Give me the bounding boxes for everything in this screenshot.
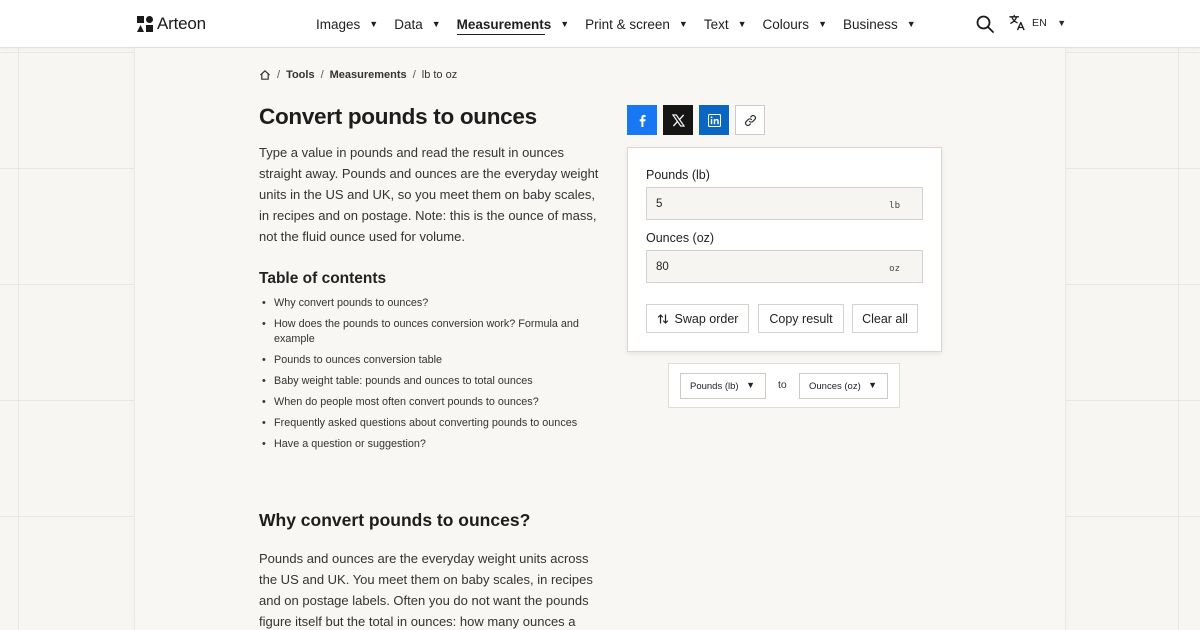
linkedin-icon — [707, 113, 721, 127]
pounds-unit: lb — [889, 201, 900, 211]
toc-title: Table of contents — [259, 270, 387, 287]
clear-all-label: Clear all — [862, 311, 908, 326]
converter-panel: Pounds (lb) lb Ounces (oz) oz Swap order… — [627, 147, 942, 352]
caret-down-icon: ▼ — [678, 19, 688, 29]
home-icon[interactable] — [259, 69, 271, 81]
caret-down-icon: ▼ — [818, 19, 827, 29]
ounces-unit: oz — [889, 264, 900, 274]
to-label: to — [778, 379, 787, 391]
toc-item[interactable]: How does the pounds to ounces conversion… — [259, 317, 599, 347]
pounds-field[interactable]: lb — [646, 187, 923, 220]
nav-item-label: Colours — [762, 16, 810, 32]
link-icon — [744, 114, 756, 126]
caret-down-icon: ▼ — [737, 19, 747, 29]
from-unit-select[interactable]: Pounds (lb) ▼ — [680, 373, 766, 399]
section-title: Why convert pounds to ounces? — [259, 510, 531, 530]
caret-down-icon: ▼ — [431, 19, 441, 29]
caret-down-icon: ▼ — [746, 380, 755, 390]
caret-down-icon: ▼ — [560, 19, 570, 29]
main-nav: Images ▼ Data ▼ Measurements ▼ Print & s… — [316, 0, 932, 48]
nav-item-text[interactable]: Text ▼ — [704, 0, 747, 48]
caret-down-icon: ▼ — [1057, 17, 1067, 28]
to-unit-value: Ounces (oz) — [809, 380, 861, 392]
to-unit-select[interactable]: Ounces (oz) ▼ — [799, 373, 888, 399]
toc-item[interactable]: When do people most often convert pounds… — [259, 395, 599, 410]
logo[interactable]: Arteon — [137, 14, 206, 34]
nav-item-print-screen[interactable]: Print & screen ▼ — [585, 0, 688, 48]
nav-item-label: Measurements — [456, 16, 552, 32]
copy-result-label: Copy result — [769, 311, 833, 326]
unit-selector: Pounds (lb) ▼ to Ounces (oz) ▼ — [668, 363, 900, 408]
facebook-icon — [639, 114, 646, 127]
ounces-field[interactable]: oz — [646, 250, 923, 283]
nav-item-label: Business — [842, 16, 898, 32]
nav-item-measurements[interactable]: Measurements ▼ — [456, 0, 570, 48]
ounces-label: Ounces (oz) — [646, 231, 715, 245]
breadcrumb-separator: / — [277, 69, 281, 81]
breadcrumb-separator: / — [412, 69, 416, 81]
nav-item-label: Print & screen — [585, 16, 670, 32]
nav-item-colours[interactable]: Colours ▼ — [763, 0, 827, 48]
language-code: EN — [1032, 16, 1048, 29]
copy-result-button[interactable]: Copy result — [758, 304, 844, 333]
page-title: Convert pounds to ounces — [259, 104, 537, 129]
toc-item[interactable]: Baby weight table: pounds and ounces to … — [259, 374, 599, 389]
ounces-input[interactable] — [647, 251, 867, 282]
table-of-contents: Why convert pounds to ounces? How does t… — [259, 296, 599, 458]
nav-item-images[interactable]: Images ▼ — [316, 0, 378, 48]
x-icon — [671, 113, 685, 127]
nav-item-data[interactable]: Data ▼ — [394, 0, 440, 48]
translate-icon — [1009, 14, 1025, 31]
language-switcher[interactable]: EN ▼ — [1009, 14, 1066, 31]
caret-down-icon: ▼ — [906, 19, 916, 29]
nav-item-label: Images — [316, 16, 361, 32]
breadcrumb-measurements[interactable]: Measurements — [330, 69, 407, 81]
intro-paragraph: Type a value in pounds and read the resu… — [259, 145, 599, 244]
swap-order-label: Swap order — [674, 311, 739, 326]
swap-order-button[interactable]: Swap order — [646, 304, 749, 333]
share-linkedin-button[interactable] — [699, 105, 729, 135]
logo-text: Arteon — [157, 14, 206, 33]
toc-item[interactable]: Frequently asked questions about convert… — [259, 416, 599, 431]
breadcrumb: / Tools / Measurements / lb to oz — [259, 69, 457, 81]
toc-item[interactable]: Why convert pounds to ounces? — [259, 296, 599, 311]
swap-icon — [657, 313, 668, 324]
pounds-input[interactable] — [647, 188, 867, 219]
top-navigation-bar: Arteon Images ▼ Data ▼ Measurements ▼ Pr… — [0, 0, 1200, 48]
breadcrumb-tools[interactable]: Tools — [286, 69, 315, 81]
copy-link-button[interactable] — [735, 105, 765, 135]
share-buttons — [627, 105, 765, 135]
pounds-label: Pounds (lb) — [646, 168, 710, 182]
breadcrumb-separator: / — [320, 69, 324, 81]
nav-item-label: Data — [394, 16, 423, 32]
share-facebook-button[interactable] — [627, 105, 657, 135]
caret-down-icon: ▼ — [369, 19, 379, 29]
search-icon[interactable] — [975, 14, 995, 34]
nav-item-business[interactable]: Business ▼ — [843, 0, 916, 48]
toc-item[interactable]: Have a question or suggestion? — [259, 437, 599, 452]
from-unit-value: Pounds (lb) — [690, 380, 739, 392]
toc-item[interactable]: Pounds to ounces conversion table — [259, 353, 599, 368]
breadcrumb-current: lb to oz — [421, 69, 458, 81]
share-x-button[interactable] — [663, 105, 693, 135]
caret-down-icon: ▼ — [868, 380, 877, 390]
logo-mark-icon — [137, 16, 153, 32]
clear-all-button[interactable]: Clear all — [852, 304, 918, 333]
section-paragraph: Pounds and ounces are the everyday weigh… — [259, 551, 593, 629]
nav-item-label: Text — [703, 16, 729, 32]
